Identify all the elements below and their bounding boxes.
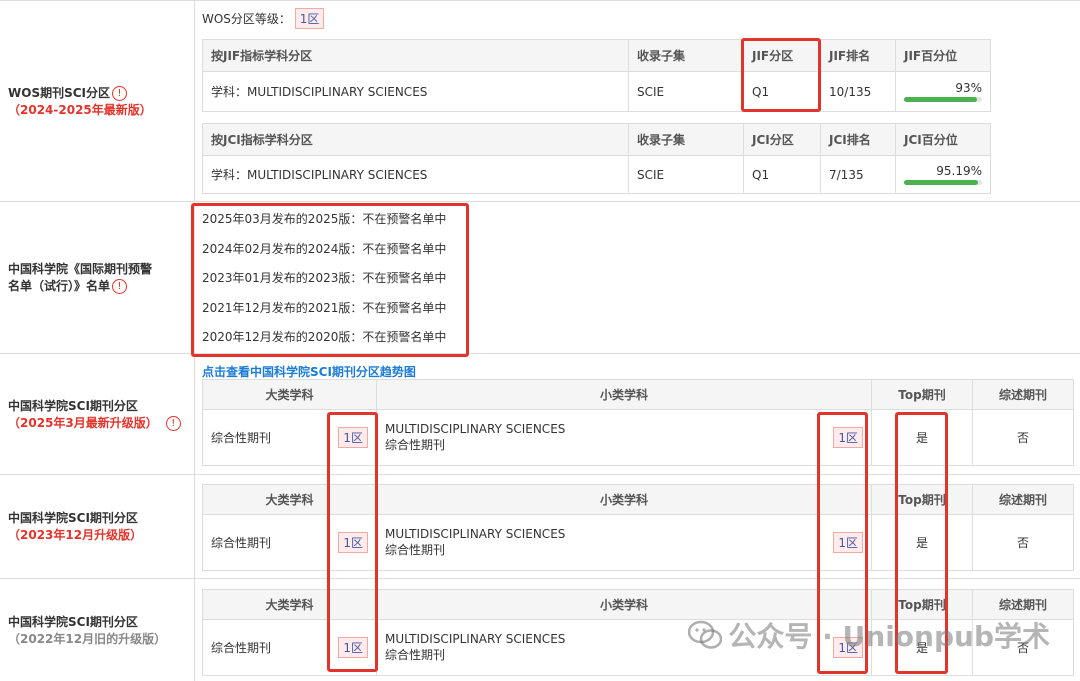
jci-header-quartile: JCI分区	[743, 123, 821, 156]
jif-percentile-fill	[904, 97, 977, 102]
cas-review: 否	[972, 409, 1074, 466]
cas-header-major: 大类学科	[202, 379, 377, 410]
cas-minor-cn: 综合性期刊	[385, 438, 446, 452]
jif-percentile-bar	[904, 97, 982, 102]
jci-subset: SCIE	[628, 155, 744, 194]
cas-section-label: 中国科学院SCI期刊分区 （2022年12月旧的升级版）	[0, 578, 194, 681]
jci-percentile-cell: 95.19%	[895, 155, 991, 194]
cas-minor-en: MULTIDISCIPLINARY SCIENCES	[385, 527, 566, 541]
cas-section-label: 中国科学院SCI期刊分区 （2025年3月最新升级版）!	[0, 353, 194, 474]
jci-table: 按JCI指标学科分区 收录子集 JCI分区 JCI排名 JCI百分位 学科：MU…	[202, 123, 991, 194]
cas-minor-cn: 综合性期刊	[385, 648, 446, 662]
cas-version: （2025年3月最新升级版）	[8, 415, 158, 430]
jci-rank: 7/135	[820, 155, 896, 194]
jif-header-subset: 收录子集	[628, 39, 744, 72]
cas-version: （2022年12月旧的升级版）	[8, 631, 167, 646]
highlight-box-warning-list	[191, 203, 469, 357]
jif-subset: SCIE	[628, 71, 744, 112]
jif-header-subject: 按JIF指标学科分区	[202, 39, 629, 72]
cas-header-minor: 小类学科	[376, 484, 872, 515]
wos-level-badge: 1区	[294, 8, 325, 29]
jci-percentile-fill	[904, 180, 979, 185]
wos-version: （2024-2025年最新版）	[8, 102, 152, 117]
cas-version: （2023年12月升级版）	[8, 528, 143, 542]
cas-label: 中国科学院SCI期刊分区	[8, 398, 138, 413]
cas-minor-cn: 综合性期刊	[385, 543, 446, 557]
cas-minor-en: MULTIDISCIPLINARY SCIENCES	[385, 422, 566, 436]
highlight-box-jif-quartile	[741, 38, 821, 112]
jif-subject: 学科：MULTIDISCIPLINARY SCIENCES	[202, 71, 629, 112]
jci-quartile: Q1	[743, 155, 821, 194]
cas-label: 中国科学院SCI期刊分区	[8, 614, 138, 629]
cas-header-top: Top期刊	[871, 379, 973, 410]
watermark: 公众号 · Unionpub学术	[688, 615, 1050, 655]
cas-header-review: 综述期刊	[972, 379, 1074, 410]
cas-header-minor: 小类学科	[376, 379, 872, 410]
info-circle-icon[interactable]: !	[112, 85, 127, 101]
jci-subject: 学科：MULTIDISCIPLINARY SCIENCES	[202, 155, 629, 194]
cas-trend-link[interactable]: 点击查看中国科学院SCI期刊分区趋势图	[202, 363, 416, 380]
wos-label: WOS期刊SCI分区	[8, 85, 110, 100]
cas-label: 中国科学院SCI期刊分区	[8, 511, 138, 525]
jci-percentile: 95.19%	[936, 164, 982, 178]
jif-table: 按JIF指标学科分区 收录子集 JIF分区 JIF排名 JIF百分位 学科：MU…	[202, 39, 991, 112]
jif-header-percentile: JIF百分位	[895, 39, 991, 72]
jci-header-subject: 按JCI指标学科分区	[202, 123, 629, 156]
highlight-box-major-zone	[327, 412, 378, 672]
jci-percentile-bar	[904, 180, 982, 185]
cas-major: 综合性期刊	[211, 431, 272, 445]
cas-minor-en: MULTIDISCIPLINARY SCIENCES	[385, 632, 566, 646]
jci-header-rank: JCI排名	[820, 123, 896, 156]
jif-header-rank: JIF排名	[820, 39, 896, 72]
cas-major: 综合性期刊	[211, 641, 272, 655]
warning-label-line2: 名单（试行）》名单	[8, 279, 111, 293]
info-circle-icon[interactable]: !	[165, 415, 181, 431]
cas-review: 否	[972, 514, 1074, 571]
wos-section-label: WOS期刊SCI分区! （2024-2025年最新版）	[0, 0, 194, 201]
cas-minor-cell: MULTIDISCIPLINARY SCIENCES 综合性期刊 1区	[376, 409, 872, 466]
jif-percentile-cell: 93%	[895, 71, 991, 112]
jif-rank: 10/135	[820, 71, 896, 112]
wechat-icon	[688, 620, 723, 649]
warning-label-line1: 中国科学院《国际期刊预警	[8, 262, 153, 276]
wos-level: WOS分区等级： 1区	[202, 8, 325, 29]
cas-header-review: 综述期刊	[972, 484, 1074, 515]
jif-percentile: 93%	[955, 81, 982, 95]
cas-major: 综合性期刊	[211, 536, 272, 550]
watermark-text: 公众号 · Unionpub学术	[728, 620, 1050, 653]
info-circle-icon[interactable]: !	[112, 279, 128, 294]
warning-section-label: 中国科学院《国际期刊预警 名单（试行）》名单!	[0, 201, 194, 353]
wos-level-label: WOS分区等级：	[202, 12, 291, 26]
cas-section-label: 中国科学院SCI期刊分区 （2023年12月升级版）	[0, 474, 194, 578]
cas-minor-cell: MULTIDISCIPLINARY SCIENCES 综合性期刊 1区	[376, 514, 872, 571]
jci-header-percentile: JCI百分位	[895, 123, 991, 156]
jci-header-subset: 收录子集	[628, 123, 744, 156]
